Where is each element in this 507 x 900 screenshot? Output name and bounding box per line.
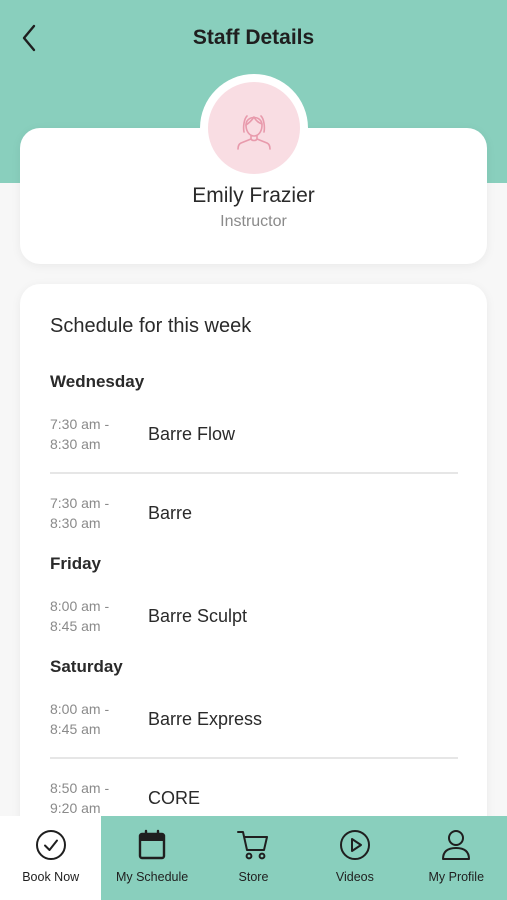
schedule-session[interactable]: 7:30 am - 8:30 am Barre Flow <box>50 414 458 454</box>
nav-label: Book Now <box>22 870 80 884</box>
nav-book-now[interactable]: Book Now <box>0 816 102 900</box>
session-time: 8:50 am - 9:20 am <box>50 780 110 816</box>
staff-name: Emily Frazier <box>192 184 315 207</box>
session-class: Barre Sculpt <box>148 606 248 626</box>
day-heading-wednesday: Wednesday <box>50 372 145 391</box>
person-icon <box>237 115 271 150</box>
session-class: Barre Express <box>148 709 263 729</box>
day-heading-saturday: Saturday <box>50 657 123 676</box>
divider <box>50 472 458 474</box>
nav-label: My Schedule <box>115 870 189 884</box>
schedule-session[interactable]: 7:30 am - 8:30 am Barre <box>50 493 458 533</box>
avatar <box>208 82 300 174</box>
calendar-icon <box>138 829 166 860</box>
nav-label: Store <box>238 870 269 884</box>
session-time: 8:00 am - 8:45 am <box>50 701 110 737</box>
nav-videos[interactable]: Videos <box>304 816 405 900</box>
nav-my-schedule[interactable]: My Schedule <box>101 816 202 900</box>
play-circle-icon <box>339 830 370 860</box>
nav-label: My Profile <box>428 870 485 884</box>
schedule-session[interactable]: 8:00 am - 8:45 am Barre Sculpt <box>50 596 458 636</box>
session-class: Barre <box>148 503 193 523</box>
session-time: 8:00 am - 8:45 am <box>50 598 110 634</box>
session-time: 7:30 am - 8:30 am <box>50 416 110 452</box>
nav-label: Videos <box>335 870 374 884</box>
schedule-session[interactable]: 8:00 am - 8:45 am Barre Express <box>50 699 458 739</box>
nav-my-profile[interactable]: My Profile <box>406 816 507 900</box>
bottom-nav: Book Now My Schedule Store Videos My Pro… <box>0 816 507 900</box>
divider <box>50 757 458 759</box>
day-heading-friday: Friday <box>50 554 102 573</box>
session-time: 7:30 am - 8:30 am <box>50 495 110 531</box>
session-class: Barre Flow <box>148 424 236 444</box>
schedule-title: Schedule for this week <box>50 315 252 337</box>
schedule-session[interactable]: 8:50 am - 9:20 am CORE <box>50 778 458 818</box>
schedule-card: Schedule for this week Wednesday 7:30 am… <box>20 284 487 844</box>
user-icon <box>442 830 471 860</box>
avatar-ring <box>200 74 308 182</box>
nav-store[interactable]: Store <box>203 816 304 900</box>
cart-icon <box>237 831 269 860</box>
check-circle-icon <box>35 830 66 860</box>
page-title: Staff Details <box>192 26 315 49</box>
staff-role: Instructor <box>220 213 287 230</box>
session-class: CORE <box>148 788 201 808</box>
